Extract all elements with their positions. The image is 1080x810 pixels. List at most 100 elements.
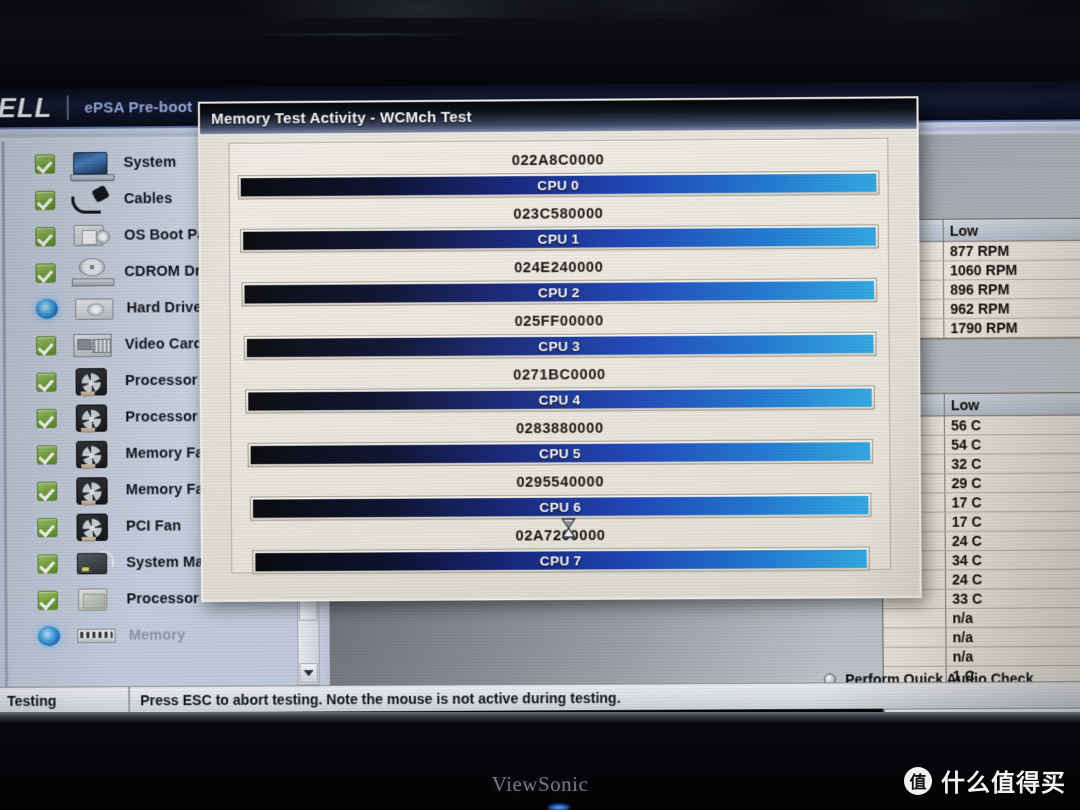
sidebar-item-label: System <box>123 154 177 171</box>
check-icon <box>36 481 58 501</box>
check-icon <box>36 371 57 392</box>
cpu-icon <box>74 585 115 614</box>
sidebar-item-label: Cables <box>123 190 173 208</box>
in-progress-icon <box>37 625 61 647</box>
fan-icon <box>73 403 114 433</box>
cpu-test-row: 024E240000 CPU 2 <box>230 253 888 307</box>
cpu-label: CPU 5 <box>539 445 581 461</box>
cdrom-icon <box>72 258 113 287</box>
cpu-label: CPU 1 <box>537 230 580 247</box>
check-icon <box>35 226 56 246</box>
cpu-progress-fill: CPU 7 <box>255 549 867 572</box>
temp-value: n/a <box>952 648 974 665</box>
temp-value: 54 C <box>951 436 982 453</box>
videocard-icon <box>72 331 113 360</box>
in-progress-icon <box>35 298 59 320</box>
fan-icon <box>73 513 114 543</box>
check-icon <box>36 444 58 465</box>
cpu-progress-fill: CPU 1 <box>242 227 876 250</box>
dell-logo: DELL <box>0 92 53 124</box>
fan-icon <box>73 440 114 470</box>
memory-test-dialog: Memory Test Activity - WCMch Test 022A8C… <box>197 96 922 602</box>
cpu-label: CPU 4 <box>538 391 581 408</box>
sidebar-item-label: Processor <box>126 590 200 608</box>
temp-value: 24 C <box>951 532 982 550</box>
sidebar-item-label: Memory <box>128 627 186 644</box>
fan-table-header-low: Low <box>949 222 979 239</box>
check-icon <box>34 153 56 174</box>
cpu-progress-fill: CPU 2 <box>244 281 875 304</box>
temp-value: 34 C <box>951 551 983 569</box>
cpu-label: CPU 2 <box>537 284 580 301</box>
check-icon <box>36 335 57 355</box>
fan-rpm-value: 1790 RPM <box>950 319 1018 337</box>
folder-disc-icon <box>72 222 113 251</box>
table-row: n/a <box>883 627 1080 648</box>
page-title: ePSA Pre-boot S <box>84 98 208 117</box>
cpu-test-row: 0271BC0000 CPU 4 <box>231 360 889 414</box>
check-icon <box>35 190 56 210</box>
power-led-indicator <box>548 804 570 810</box>
fan-rpm-value: 877 RPM <box>949 242 1010 260</box>
temp-value: 17 C <box>951 494 982 511</box>
cpu-test-row: 023C580000 CPU 1 <box>230 199 888 254</box>
header-divider <box>66 95 69 120</box>
temp-value: 33 C <box>952 590 983 607</box>
check-icon <box>37 553 58 574</box>
watermark-badge-icon: 值 <box>904 766 932 795</box>
temp-value: 17 C <box>951 513 982 530</box>
temp-value: 32 C <box>951 455 982 473</box>
temp-value: n/a <box>952 609 973 627</box>
cpu-progress-fill: CPU 3 <box>246 334 873 358</box>
sysmgmt-icon <box>74 549 115 578</box>
check-icon <box>37 590 58 610</box>
cpu-test-row: 0283880000 CPU 5 <box>231 414 889 468</box>
screen-bottom-edge <box>0 712 1080 722</box>
dialog-title-text: Memory Test Activity - WCMch Test <box>211 108 472 128</box>
cpu-test-row: 022A8C0000 CPU 0 <box>229 145 887 200</box>
fan-icon <box>73 367 114 397</box>
monitor-screen: DELL ePSA Pre-boot S Low 877 RPM 1060 RP… <box>0 80 1080 728</box>
dialog-title-bar[interactable]: Memory Test Activity - WCMch Test <box>199 98 917 135</box>
check-icon <box>37 517 58 537</box>
scroll-down-button[interactable] <box>299 663 318 684</box>
cpu-label: CPU 7 <box>539 552 582 569</box>
sidebar-item-label: Video Card <box>124 336 203 353</box>
cpu-progress-fill: CPU 6 <box>252 495 869 518</box>
status-state: Testing <box>0 686 131 714</box>
memory-icon <box>76 622 117 651</box>
hourglass-cursor <box>561 518 576 538</box>
cpu-progress-fill: CPU 0 <box>240 173 877 197</box>
temp-table-header-low: Low <box>950 396 980 413</box>
cpu-progress-fill: CPU 4 <box>248 388 872 411</box>
sidebar-item-label: PCI Fan <box>125 518 182 535</box>
memory-address: 0295540000 <box>516 473 605 491</box>
cpu-label: CPU 3 <box>538 338 581 354</box>
monitor-photo: DELL ePSA Pre-boot S Low 877 RPM 1060 RP… <box>0 0 1080 810</box>
fan-icon <box>73 476 114 506</box>
cpu-progress-fill: CPU 5 <box>250 442 871 465</box>
cpu-label: CPU 0 <box>537 177 580 193</box>
cpu-label: CPU 6 <box>539 499 582 515</box>
cable-icon <box>71 185 112 214</box>
check-icon <box>36 408 57 428</box>
watermark: 值 什么值得买 <box>904 763 1066 798</box>
cpu-test-row: 025FF00000 CPU 3 <box>231 306 889 361</box>
temp-value: n/a <box>952 629 974 646</box>
watermark-text: 什么值得买 <box>941 769 1066 797</box>
status-message: Press ESC to abort testing. Note the mou… <box>140 689 621 708</box>
fan-rpm-value: 1060 RPM <box>950 261 1018 279</box>
table-row: n/a <box>883 646 1080 668</box>
fan-rpm-value: 896 RPM <box>950 281 1010 298</box>
fan-rpm-value: 962 RPM <box>950 300 1010 317</box>
dialog-content: 022A8C0000 CPU 0 023C580000 CPU 1 024E24… <box>228 138 892 575</box>
bezel-reflection-band <box>0 18 1080 76</box>
laptop-icon <box>71 149 112 178</box>
cpu-test-row: 0295540000 CPU 6 <box>232 467 890 521</box>
harddrive-icon <box>74 294 115 323</box>
table-row: n/a <box>883 607 1080 629</box>
temp-value: 24 C <box>952 571 983 588</box>
temp-value: 56 C <box>951 417 982 434</box>
temp-value: 29 C <box>951 474 982 492</box>
sidebar-item-memory[interactable]: Memory <box>8 617 311 655</box>
